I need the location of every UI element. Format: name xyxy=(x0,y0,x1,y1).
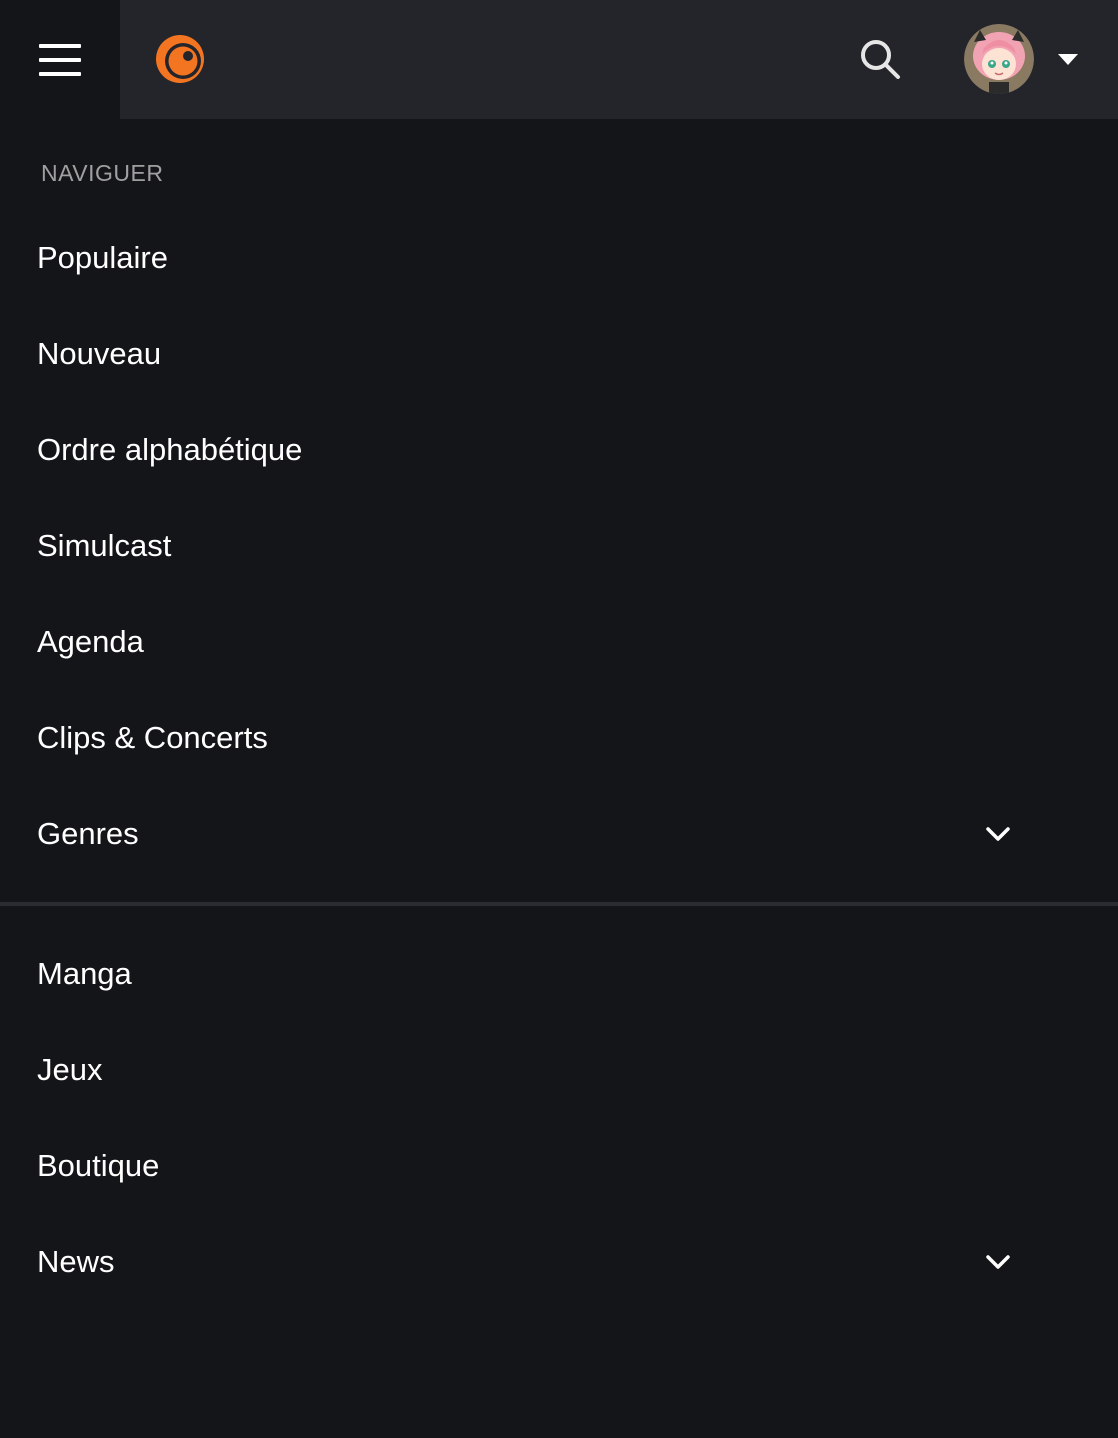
divider xyxy=(0,902,1118,906)
account-menu[interactable] xyxy=(964,24,1088,94)
nav-item-populaire[interactable]: Populaire xyxy=(0,210,1118,306)
nav-item-manga[interactable]: Manga xyxy=(0,926,1118,1022)
nav-item-label: Boutique xyxy=(37,1148,160,1183)
nav-item-label: Populaire xyxy=(37,240,168,275)
nav-item-label: News xyxy=(37,1244,115,1279)
search-icon xyxy=(861,40,900,79)
nav-item-label: Simulcast xyxy=(37,528,172,563)
nav-item-label: Ordre alphabétique xyxy=(37,432,303,467)
crunchyroll-logo[interactable] xyxy=(152,31,208,87)
nav-item-clips-concerts[interactable]: Clips & Concerts xyxy=(0,690,1118,786)
section-title: NAVIGUER xyxy=(41,160,164,186)
nav-item-label: Manga xyxy=(37,956,132,991)
menu-button[interactable] xyxy=(0,0,120,119)
nav-item-label: Nouveau xyxy=(37,336,162,371)
user-avatar[interactable] xyxy=(964,24,1034,94)
search-button[interactable] xyxy=(852,31,908,87)
nav-item-simulcast[interactable]: Simulcast xyxy=(0,498,1118,594)
chevron-down-icon[interactable] xyxy=(984,1250,1012,1274)
nav-item-news[interactable]: News xyxy=(0,1214,1118,1310)
nav-item-nouveau[interactable]: Nouveau xyxy=(0,306,1118,402)
top-header xyxy=(0,0,1118,119)
nav-item-boutique[interactable]: Boutique xyxy=(0,1118,1118,1214)
nav-item-label: Clips & Concerts xyxy=(37,720,268,755)
hamburger-icon xyxy=(39,43,81,76)
nav-item-jeux[interactable]: Jeux xyxy=(0,1022,1118,1118)
nav-item-label: Genres xyxy=(37,816,139,851)
crunchyroll-logo-icon xyxy=(156,35,204,83)
nav-item-label: Agenda xyxy=(37,624,144,659)
nav-item-agenda[interactable]: Agenda xyxy=(0,594,1118,690)
nav-item-ordre-alphabetique[interactable]: Ordre alphabétique xyxy=(0,402,1118,498)
caret-down-icon xyxy=(1058,53,1078,65)
nav-item-label: Jeux xyxy=(37,1052,103,1087)
nav-item-genres[interactable]: Genres xyxy=(0,786,1118,882)
chevron-down-icon[interactable] xyxy=(984,822,1012,846)
